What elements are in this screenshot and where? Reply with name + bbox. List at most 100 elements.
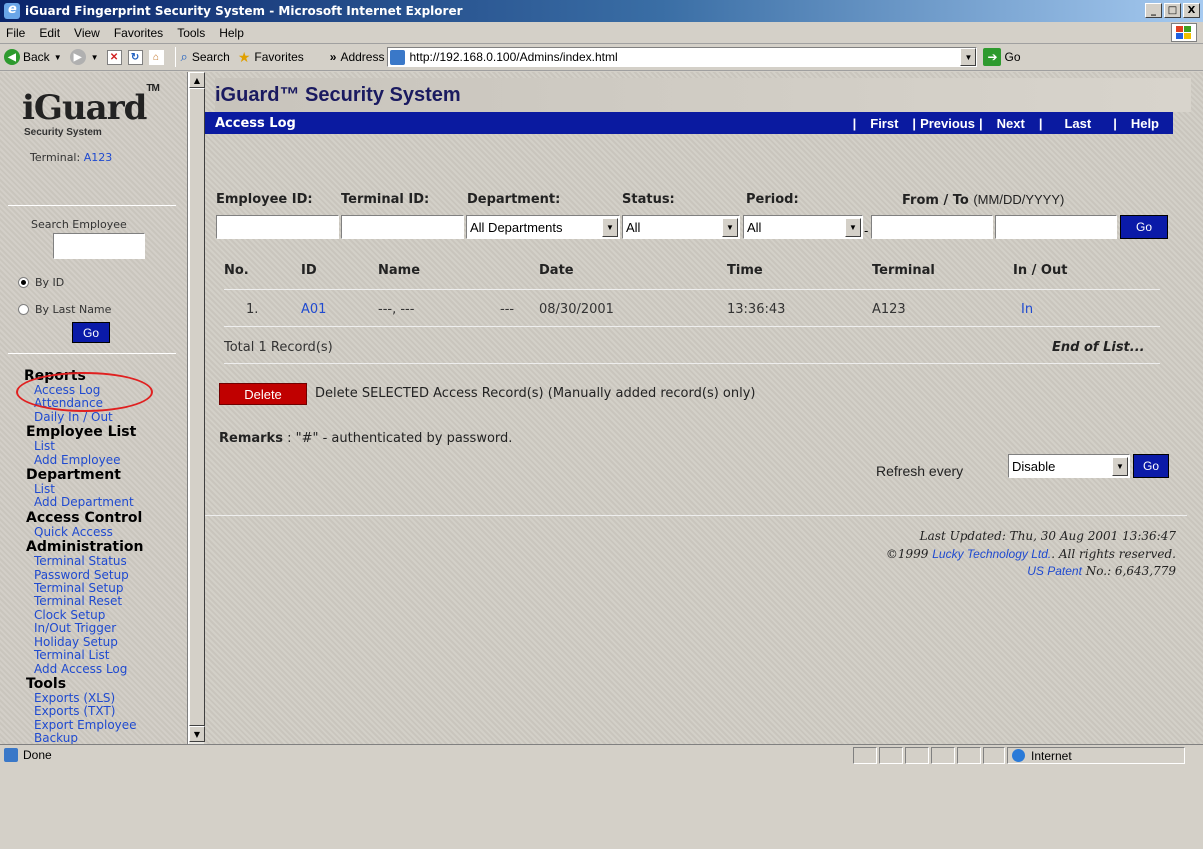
chevron-down-icon[interactable]: ▼ xyxy=(602,218,618,237)
rights-text: . All rights reserved. xyxy=(1051,547,1176,561)
to-date-input[interactable] xyxy=(995,215,1117,239)
employee-id-input[interactable] xyxy=(216,215,339,239)
company-link[interactable]: Lucky Technology Ltd. xyxy=(932,547,1051,561)
chevron-down-icon[interactable]: ▼ xyxy=(1112,457,1128,476)
refresh-go-button[interactable]: Go xyxy=(1133,454,1169,478)
favorites-button[interactable]: ★ Favorites xyxy=(238,49,304,66)
status-text: Done xyxy=(23,747,52,762)
main-content-frame: iGuard™ Security System Access Log | Fir… xyxy=(205,72,1203,744)
red-highlight-circle xyxy=(16,372,153,412)
department-select[interactable]: All Departments ▼ xyxy=(466,215,620,239)
stop-icon[interactable]: ✕ xyxy=(106,49,122,65)
chevron-down-icon[interactable]: ▼ xyxy=(722,218,738,237)
link-department-list[interactable]: List xyxy=(34,482,186,496)
chevron-down-icon[interactable]: ▼ xyxy=(845,218,861,237)
period-dash: - xyxy=(864,224,869,238)
filter-employee-id-label: Employee ID: xyxy=(216,192,313,207)
forward-button[interactable]: ▶ ▼ xyxy=(69,49,99,65)
link-holiday-setup[interactable]: Holiday Setup xyxy=(34,635,186,649)
link-terminal-setup[interactable]: Terminal Setup xyxy=(34,581,186,595)
search-employee-input[interactable] xyxy=(53,233,145,259)
link-clock-setup[interactable]: Clock Setup xyxy=(34,608,186,622)
nav-last[interactable]: Last xyxy=(1042,116,1113,131)
back-dropdown-icon[interactable]: ▼ xyxy=(54,53,62,62)
link-exports-txt[interactable]: Exports (TXT) xyxy=(34,704,186,718)
status-select-value: All xyxy=(626,219,641,235)
link-quick-access[interactable]: Quick Access xyxy=(34,525,186,539)
home-icon[interactable]: ⌂ xyxy=(148,49,164,65)
status-select[interactable]: All ▼ xyxy=(622,215,740,239)
period-select[interactable]: All ▼ xyxy=(743,215,863,239)
link-export-employee[interactable]: Export Employee xyxy=(34,718,186,732)
search-button[interactable]: ⌕ Search xyxy=(181,49,230,65)
end-of-list: End of List... xyxy=(1052,340,1145,355)
go-arrow-icon[interactable]: ➔ xyxy=(983,48,1002,66)
menu-tools[interactable]: Tools xyxy=(177,26,205,40)
radio-by-id[interactable] xyxy=(18,277,29,288)
terminal-id-input[interactable] xyxy=(341,215,464,239)
link-add-access-log[interactable]: Add Access Log xyxy=(34,662,186,676)
menu-view[interactable]: View xyxy=(74,26,100,40)
radio-by-last-name[interactable] xyxy=(18,304,29,315)
address-dropdown-icon[interactable]: ▼ xyxy=(960,48,977,66)
menu-file[interactable]: File xyxy=(6,26,25,40)
minimize-button[interactable]: _ xyxy=(1145,3,1162,18)
link-add-employee[interactable]: Add Employee xyxy=(34,453,186,467)
from-date-input[interactable] xyxy=(871,215,993,239)
link-add-department[interactable]: Add Department xyxy=(34,496,186,510)
remarks: Remarks : "#" - authenticated by passwor… xyxy=(219,431,512,446)
patent-link[interactable]: US Patent xyxy=(1027,564,1082,578)
filter-go-button[interactable]: Go xyxy=(1120,215,1168,239)
cell-id-link[interactable]: A01 xyxy=(301,302,326,317)
link-terminal-status[interactable]: Terminal Status xyxy=(34,554,186,568)
address-go-label[interactable]: Go xyxy=(1004,50,1020,64)
col-header-terminal: Terminal xyxy=(872,263,935,278)
menu-edit[interactable]: Edit xyxy=(39,26,60,40)
menu-help[interactable]: Help xyxy=(219,26,244,40)
col-header-no: No. xyxy=(224,263,249,278)
col-header-id: ID xyxy=(301,263,317,278)
left-frame-scrollbar[interactable]: ▲ ▼ xyxy=(188,72,205,744)
cell-in-out-link[interactable]: In xyxy=(1021,302,1033,317)
scroll-down-icon[interactable]: ▼ xyxy=(189,726,205,742)
link-backup[interactable]: Backup xyxy=(34,731,186,744)
radio-by-last-name-row[interactable]: By Last Name xyxy=(18,303,111,316)
scroll-thumb[interactable] xyxy=(189,88,205,726)
radio-by-id-row[interactable]: By ID xyxy=(18,276,64,289)
terminal-value[interactable]: A123 xyxy=(84,151,113,164)
link-in-out-trigger[interactable]: In/Out Trigger xyxy=(34,621,186,635)
nav-previous[interactable]: Previous xyxy=(916,116,979,131)
close-button[interactable]: X xyxy=(1183,3,1200,18)
link-daily-in-out[interactable]: Daily In / Out xyxy=(34,410,186,424)
remarks-label: Remarks xyxy=(219,431,283,446)
nav-help[interactable]: Help xyxy=(1117,116,1173,131)
toolbar-separator xyxy=(174,47,176,67)
total-records: Total 1 Record(s) xyxy=(224,340,333,355)
link-terminal-list[interactable]: Terminal List xyxy=(34,648,186,662)
link-password-setup[interactable]: Password Setup xyxy=(34,568,186,582)
col-header-in-out: In / Out xyxy=(1013,263,1068,278)
link-terminal-reset[interactable]: Terminal Reset xyxy=(34,595,186,609)
nav-next[interactable]: Next xyxy=(983,116,1039,131)
forward-dropdown-icon[interactable]: ▼ xyxy=(91,53,99,62)
search-go-button[interactable]: Go xyxy=(72,322,110,343)
last-updated: Last Updated: Thu, 30 Aug 2001 13:36:47 xyxy=(919,529,1176,543)
period-select-value: All xyxy=(747,219,762,235)
toolbar-chevron[interactable]: » xyxy=(330,50,337,64)
address-bar[interactable]: http://192.168.0.100/Admins/index.html ▼ xyxy=(387,47,978,67)
refresh-icon[interactable]: ↻ xyxy=(127,49,143,65)
copyright-line: ©1999 Lucky Technology Ltd.. All rights … xyxy=(886,547,1176,561)
favorites-star-icon: ★ xyxy=(237,48,251,65)
link-exports-xls[interactable]: Exports (XLS) xyxy=(34,691,186,705)
toolbar: ◀ Back ▼ ▶ ▼ ✕ ↻ ⌂ ⌕ Search ★ Favorites … xyxy=(0,44,1203,71)
scroll-up-icon[interactable]: ▲ xyxy=(189,72,205,88)
date-format-text: (MM/DD/YYYY) xyxy=(973,192,1065,207)
address-label: Address xyxy=(340,50,385,64)
delete-button[interactable]: Delete xyxy=(219,383,307,405)
maximize-button[interactable]: □ xyxy=(1164,3,1181,18)
back-button[interactable]: ◀ Back ▼ xyxy=(4,49,62,65)
link-employee-list[interactable]: List xyxy=(34,439,186,453)
menu-favorites[interactable]: Favorites xyxy=(114,26,163,40)
nav-first[interactable]: First xyxy=(856,116,912,131)
refresh-select[interactable]: Disable ▼ xyxy=(1008,454,1130,478)
